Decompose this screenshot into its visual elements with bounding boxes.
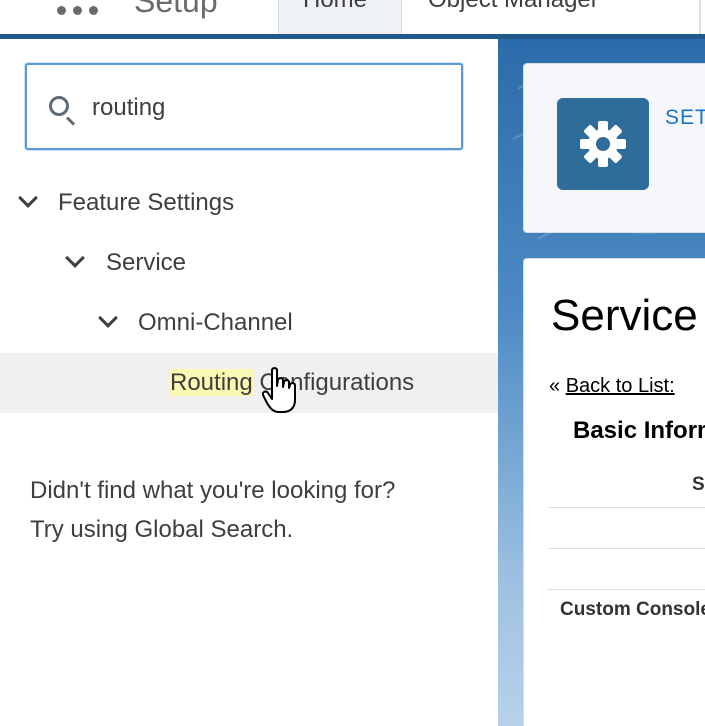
tree-item-feature-settings[interactable]: Feature Settings [0, 173, 498, 233]
chevron-down-icon[interactable] [98, 308, 118, 328]
setup-icon-tile [557, 98, 649, 190]
setup-header-card: SETUP [523, 63, 705, 233]
tree-item-omni-channel[interactable]: Omni-Channel [0, 293, 498, 353]
field-label-custom-console: Custom Console [560, 599, 705, 620]
back-to-list: « Back to List: [549, 375, 675, 398]
setup-screen: Setup Home Object Manager Feature Settin… [0, 0, 705, 726]
back-to-list-link[interactable]: Back to List: [566, 375, 675, 397]
app-title: Setup [134, 0, 218, 19]
tab-divider [699, 0, 701, 34]
tree-item-label: Omni-Channel [138, 309, 293, 336]
tree-item-label: Service [106, 249, 187, 276]
tab-home-label: Home [303, 0, 367, 14]
setup-sidebar: Feature Settings Service Omni-Channel Ro… [0, 39, 498, 726]
divider [548, 507, 705, 508]
page-title: Service [551, 291, 698, 340]
setup-breadcrumb-label: SETUP [665, 106, 705, 129]
quick-find-input[interactable] [92, 91, 452, 125]
search-icon [49, 96, 69, 116]
tab-home[interactable]: Home [278, 0, 402, 34]
quick-find-box[interactable] [25, 63, 463, 150]
divider [548, 589, 705, 590]
field-label: S [692, 474, 705, 495]
tab-object-manager[interactable]: Object Manager [402, 0, 705, 34]
search-match-highlight: Routing [170, 369, 253, 396]
hand-cursor-icon [262, 367, 296, 413]
tab-object-manager-label: Object Manager [428, 0, 599, 14]
no-results-message: Didn't find what you're looking for? Try… [30, 471, 395, 549]
back-prefix: « [549, 375, 566, 397]
divider [548, 548, 705, 549]
app-launcher-icon[interactable] [57, 0, 101, 22]
global-header: Setup Home Object Manager [0, 0, 705, 39]
chevron-down-icon[interactable] [18, 188, 38, 208]
no-results-line-1: Didn't find what you're looking for? [30, 477, 396, 504]
tree-item-service[interactable]: Service [0, 233, 498, 293]
no-results-line-2: Try using Global Search. [30, 516, 294, 543]
detail-card: Service « Back to List: Basic Informatio… [523, 258, 705, 726]
section-title: Basic Information [573, 417, 705, 444]
chevron-down-icon[interactable] [65, 248, 85, 268]
gear-icon [580, 121, 626, 167]
tree-item-label: Feature Settings [58, 189, 235, 216]
tree-item-routing-configurations[interactable]: Routing Configurations [0, 353, 498, 413]
